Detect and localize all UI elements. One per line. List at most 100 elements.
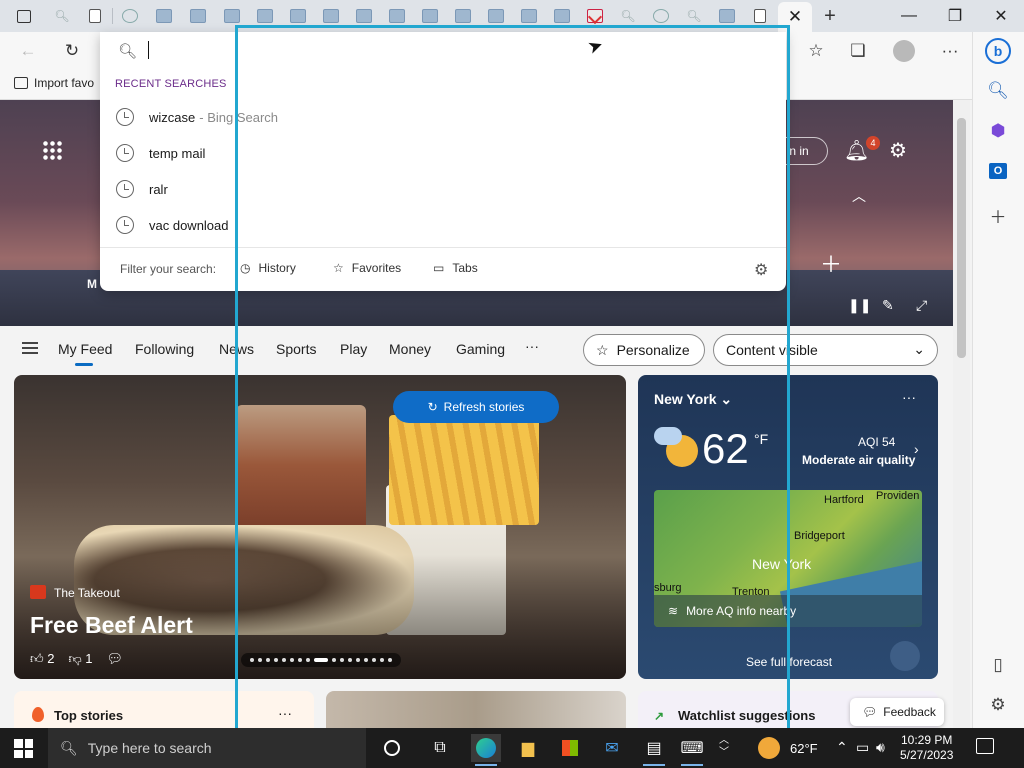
weather-card[interactable]: New York ⌄ ··· 62 °F AQI 54 Moderate air… bbox=[638, 375, 938, 679]
new-tab-button[interactable]: + bbox=[816, 4, 844, 28]
tab-item[interactable] bbox=[350, 4, 378, 28]
carousel-dot[interactable] bbox=[380, 658, 384, 662]
tab-item[interactable] bbox=[218, 4, 246, 28]
carousel-dot[interactable] bbox=[258, 658, 262, 662]
import-favorites-link[interactable]: Import favo bbox=[14, 76, 94, 90]
story-card-image[interactable] bbox=[326, 691, 626, 728]
carousel-dot[interactable] bbox=[250, 658, 254, 662]
feedback-button[interactable]: 💬︎ Feedback bbox=[850, 698, 944, 726]
tab-item[interactable] bbox=[416, 4, 444, 28]
chevron-up-icon[interactable]: ︿ bbox=[852, 186, 866, 206]
tab-item[interactable] bbox=[150, 4, 178, 28]
page-scrollbar[interactable] bbox=[953, 100, 970, 728]
close-tab-icon[interactable]: ✕ bbox=[788, 7, 802, 27]
tray-overflow-arrows[interactable]: ︿ ﹀ bbox=[719, 735, 729, 759]
tab-item[interactable] bbox=[548, 4, 576, 28]
carousel-dot[interactable] bbox=[298, 658, 302, 662]
expand-icon[interactable]: ⤢ bbox=[916, 297, 927, 314]
tab-item[interactable] bbox=[116, 4, 144, 28]
volume-icon[interactable]: 🔊︎ bbox=[876, 739, 885, 756]
top-stories-more-button[interactable]: ··· bbox=[278, 705, 292, 721]
nav-news[interactable]: News bbox=[219, 341, 254, 357]
like-button[interactable]: 👍︎ 2 bbox=[30, 651, 54, 667]
sidebar-settings-button[interactable]: ⚙ bbox=[985, 692, 1011, 718]
nav-money[interactable]: Money bbox=[389, 341, 431, 357]
tab-item[interactable] bbox=[81, 4, 109, 28]
search-settings-gear-icon[interactable]: ⚙ bbox=[754, 260, 768, 280]
weather-city[interactable]: New York ⌄ bbox=[654, 391, 732, 408]
recent-search-item[interactable]: temp mail bbox=[100, 135, 786, 171]
chevron-up-icon[interactable]: ⌃ bbox=[836, 739, 848, 756]
bing-chat-button[interactable]: b bbox=[985, 38, 1011, 64]
nav-gaming[interactable]: Gaming bbox=[456, 341, 505, 357]
nav-following[interactable]: Following bbox=[135, 341, 194, 357]
tab-item[interactable]: 🔍︎ bbox=[680, 4, 708, 28]
collections-button[interactable]: ❏ bbox=[844, 38, 872, 64]
tab-item[interactable] bbox=[184, 4, 212, 28]
nav-more-button[interactable]: ··· bbox=[525, 338, 539, 354]
tab-item[interactable] bbox=[449, 4, 477, 28]
notification-center-icon[interactable] bbox=[976, 738, 994, 754]
page-settings-gear-icon[interactable]: ⚙ bbox=[889, 138, 907, 163]
carousel-dot[interactable] bbox=[266, 658, 270, 662]
app-launcher-icon[interactable] bbox=[42, 140, 62, 160]
aq-info-bar[interactable]: ≋ More AQ info nearby bbox=[654, 595, 922, 627]
active-tab[interactable]: ✕ bbox=[778, 2, 812, 32]
filter-history-button[interactable]: ◷ History bbox=[240, 261, 296, 275]
hero-story-card[interactable]: ↻ Refresh stories The Takeout Free Beef … bbox=[14, 375, 626, 679]
tab-item[interactable]: 🔍︎ bbox=[614, 4, 642, 28]
refresh-stories-button[interactable]: ↻ Refresh stories bbox=[393, 391, 559, 423]
weather-map[interactable]: Hartford Providen Bridgeport New York sb… bbox=[654, 490, 922, 627]
edit-background-icon[interactable]: ✎ bbox=[882, 297, 894, 314]
add-icon[interactable]: ＋ bbox=[820, 247, 842, 279]
taskbar-app[interactable]: ▤ bbox=[639, 734, 669, 766]
weather-tray-icon[interactable] bbox=[758, 737, 780, 759]
top-stories-card[interactable]: Top stories ··· bbox=[14, 691, 314, 728]
tab-actions-button[interactable] bbox=[10, 4, 38, 28]
weather-unit[interactable]: °F bbox=[754, 431, 768, 447]
carousel-dot[interactable] bbox=[388, 658, 392, 662]
tab-item[interactable] bbox=[515, 4, 543, 28]
nav-my-feed[interactable]: My Feed bbox=[58, 341, 112, 357]
profile-button[interactable] bbox=[890, 38, 918, 64]
scrollbar-thumb[interactable] bbox=[957, 118, 966, 358]
personalize-button[interactable]: ☆ Personalize bbox=[583, 334, 705, 366]
tab-item[interactable] bbox=[317, 4, 345, 28]
clock[interactable]: 10:29 PM 5/27/2023 bbox=[900, 733, 953, 763]
carousel-dot[interactable] bbox=[282, 658, 286, 662]
tab-item[interactable] bbox=[713, 4, 741, 28]
taskbar-file-explorer[interactable]: ▆ bbox=[513, 734, 543, 762]
carousel-dot[interactable] bbox=[372, 658, 376, 662]
tab-item[interactable] bbox=[746, 4, 774, 28]
nav-sports[interactable]: Sports bbox=[276, 341, 316, 357]
tab-item[interactable] bbox=[647, 4, 675, 28]
address-search-input[interactable] bbox=[144, 38, 744, 62]
carousel-dot[interactable] bbox=[364, 658, 368, 662]
story-source[interactable]: The Takeout bbox=[54, 586, 120, 600]
carousel-dot[interactable] bbox=[314, 658, 328, 662]
story-headline[interactable]: Free Beef Alert bbox=[30, 612, 193, 639]
settings-more-button[interactable]: ··· bbox=[936, 38, 964, 64]
recent-search-item[interactable]: wizcase - Bing Search bbox=[100, 99, 786, 135]
filter-tabs-button[interactable]: ▭ Tabs bbox=[433, 261, 478, 275]
outlook-sidebar-button[interactable]: O bbox=[985, 158, 1011, 184]
network-icon[interactable]: ▭ bbox=[856, 739, 869, 756]
recent-search-item[interactable]: vac download bbox=[100, 207, 786, 243]
office-sidebar-button[interactable]: ⬢ bbox=[985, 118, 1011, 144]
taskbar-store[interactable] bbox=[555, 734, 585, 762]
content-visibility-dropdown[interactable]: Content visible ⌄ bbox=[713, 334, 938, 366]
minimize-button[interactable]: — bbox=[886, 0, 932, 32]
cortana-button[interactable] bbox=[377, 734, 407, 762]
chevron-right-icon[interactable]: › bbox=[914, 441, 919, 457]
tab-item[interactable] bbox=[581, 4, 609, 28]
weather-assistant-button[interactable] bbox=[890, 641, 920, 671]
carousel-dot[interactable] bbox=[340, 658, 344, 662]
taskbar-edge[interactable] bbox=[471, 734, 501, 766]
tray-temperature[interactable]: 62°F bbox=[790, 741, 818, 756]
taskbar-app[interactable]: ⌨ bbox=[677, 734, 707, 766]
recent-search-item[interactable]: ralr bbox=[100, 171, 786, 207]
start-button[interactable] bbox=[14, 739, 33, 758]
back-button[interactable]: ← bbox=[14, 38, 42, 64]
task-view-button[interactable]: ⧉ bbox=[425, 734, 455, 762]
tab-item[interactable]: 🔍︎ bbox=[48, 4, 76, 28]
